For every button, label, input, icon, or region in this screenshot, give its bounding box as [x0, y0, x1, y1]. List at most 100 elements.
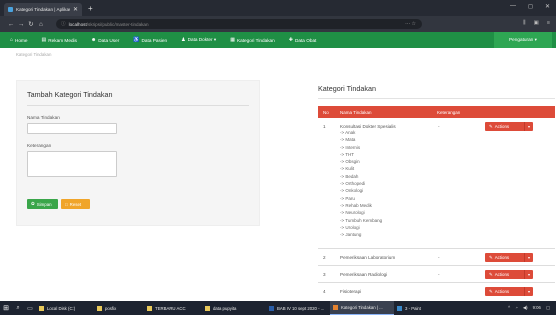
- taskbar-item[interactable]: TERBARU ACC: [144, 301, 202, 315]
- edit-icon: ✎: [489, 271, 493, 277]
- sidebar-icon[interactable]: ▣: [534, 20, 539, 27]
- sub-item: -> Bedah: [340, 173, 359, 179]
- taskbar-item[interactable]: posfix: [94, 301, 144, 315]
- taskbar-item[interactable]: data pupyita: [202, 301, 266, 315]
- nav-data-pasien[interactable]: ♿ Data Pasien: [133, 37, 167, 43]
- row-no: 1: [323, 124, 326, 129]
- home-browser-icon[interactable]: ⌂: [36, 21, 46, 28]
- settings-dropdown[interactable]: Pengaturan ▾: [494, 32, 552, 48]
- search-icon[interactable]: ⌕: [12, 305, 24, 312]
- folder-icon: [97, 305, 102, 311]
- actions-label: Actions: [494, 272, 510, 277]
- chevron-down-icon[interactable]: ▾: [524, 287, 533, 296]
- address-bar[interactable]: ⓘ localhost /skripsi/public/master-tinda…: [56, 19, 422, 29]
- browser-tab[interactable]: Kategori Tindakan | Aplikasi R... ✕: [4, 3, 82, 16]
- nav-kategori-tindakan[interactable]: ▦ Kategori Tindakan: [230, 37, 275, 43]
- notification-icon[interactable]: ▢: [546, 305, 550, 311]
- url-host: localhost: [68, 21, 87, 27]
- paint-icon: [397, 305, 402, 311]
- task-view-icon[interactable]: ▭: [24, 305, 36, 312]
- sub-item: -> Urologi: [340, 224, 360, 230]
- home-icon: ⌂: [10, 37, 14, 43]
- save-button[interactable]: ✿ Simpan: [27, 199, 58, 209]
- back-icon[interactable]: ←: [6, 21, 16, 28]
- actions-button[interactable]: ✎ Actions ▾: [485, 287, 533, 296]
- actions-label: Actions: [494, 289, 510, 294]
- nav-rekam-medis[interactable]: ▤ Rekam Medis: [42, 37, 77, 43]
- table-header: No Nama Tindakan Keterangan: [318, 106, 555, 118]
- breadcrumb: Kategori Tindakan: [16, 52, 52, 57]
- edit-icon: ✎: [489, 288, 493, 294]
- category-icon: ▦: [230, 37, 235, 43]
- browser-extensions: ⫼ ▣ ≡: [523, 20, 550, 27]
- chevron-down-icon[interactable]: ▾: [524, 122, 533, 131]
- nama-tindakan-input[interactable]: [27, 123, 117, 134]
- settings-label: Pengaturan ▾: [509, 37, 537, 42]
- edit-icon: ✎: [489, 123, 493, 129]
- reset-button[interactable]: □ Reset: [61, 199, 90, 209]
- reset-label: Reset: [69, 201, 82, 207]
- taskbar-label: Kategori Tindakan | ...: [341, 305, 383, 310]
- row-keterangan: -: [438, 255, 440, 260]
- taskbar-label: Local Disk (C:): [47, 305, 76, 311]
- close-window-icon[interactable]: ✕: [545, 3, 550, 10]
- url-path: /skripsi/public/master-tindakan: [86, 21, 149, 27]
- header-nama: Nama Tindakan: [340, 109, 372, 115]
- actions-button[interactable]: ✎ Actions ▾: [485, 122, 533, 131]
- nav-data-dokter[interactable]: ♟ Data Dokter ▾: [181, 37, 216, 43]
- divider: [27, 105, 249, 106]
- users-icon: ☻: [90, 37, 97, 43]
- nav-label: Data Obat: [294, 37, 317, 43]
- nav-data-obat[interactable]: ✚ Data Obat: [289, 37, 317, 43]
- row-nama: Pemeriksaan Radiologi: [340, 272, 388, 277]
- row-keterangan: -: [438, 272, 440, 277]
- menu-icon[interactable]: ≡: [547, 20, 550, 27]
- chevron-down-icon[interactable]: ▾: [524, 253, 533, 262]
- minimize-icon[interactable]: —: [510, 3, 516, 10]
- actions-button[interactable]: ✎ Actions ▾: [485, 270, 533, 279]
- nav-label: Data Dokter ▾: [187, 37, 217, 42]
- row-no: 2: [323, 255, 326, 260]
- system-tray: ^ ◔ ◀) 9:06 ▢: [508, 305, 550, 311]
- window-controls: — ◻ ✕: [510, 3, 550, 10]
- chevron-down-icon[interactable]: ▾: [524, 270, 533, 279]
- actions-label: Actions: [494, 255, 510, 260]
- actions-label: Actions: [494, 124, 510, 129]
- keterangan-textarea[interactable]: [27, 151, 117, 177]
- sub-item: -> Rehab Medik: [340, 202, 372, 208]
- reset-icon: □: [65, 201, 68, 207]
- sub-item: -> Mata: [340, 137, 356, 143]
- lock-icon: ⓘ: [61, 21, 66, 26]
- row-nama: Pemeriksaan Laboratorium: [340, 255, 396, 260]
- taskbar-item[interactable]: 3 - Paint: [394, 301, 434, 315]
- url-actions: ··· ☆: [405, 20, 416, 27]
- save-icon: ✿: [31, 201, 35, 206]
- firefox-icon: [333, 305, 338, 310]
- taskbar-item[interactable]: Kategori Tindakan | ...: [330, 301, 394, 315]
- taskbar-item[interactable]: Local Disk (C:): [36, 301, 94, 315]
- form-title: Tambah Kategori Tindakan: [27, 90, 113, 99]
- nav-data-user[interactable]: ☻ Data User: [91, 37, 119, 43]
- tray-chevron-icon[interactable]: ^: [508, 305, 510, 311]
- maximize-icon[interactable]: ◻: [528, 3, 533, 10]
- nav-home[interactable]: ⌂ Home: [10, 37, 28, 43]
- sub-item: -> Tumbuh Kembang: [340, 217, 383, 223]
- reload-icon[interactable]: ↻: [26, 20, 36, 28]
- patient-icon: ♿: [133, 37, 140, 43]
- windows-start-icon[interactable]: ⊞: [0, 304, 12, 312]
- header-no: No: [323, 109, 329, 115]
- new-tab-icon[interactable]: +: [88, 4, 93, 13]
- volume-icon[interactable]: ◀): [523, 305, 528, 311]
- clock[interactable]: 9:06: [533, 305, 541, 311]
- network-icon[interactable]: ◔: [515, 305, 518, 311]
- table-row: 4 Fisioterapi ✎ Actions ▾: [318, 283, 555, 300]
- medical-record-icon: ▤: [41, 37, 47, 43]
- close-tab-icon[interactable]: ✕: [73, 6, 78, 13]
- taskbar-label: TERBARU ACC: [155, 305, 186, 311]
- actions-button[interactable]: ✎ Actions ▾: [485, 253, 533, 262]
- sub-item: -> Anak: [340, 130, 356, 135]
- forward-icon[interactable]: →: [16, 21, 26, 28]
- library-icon[interactable]: ⫼: [523, 20, 526, 27]
- browser-tab-bar: Kategori Tindakan | Aplikasi R... ✕ + — …: [0, 0, 556, 16]
- taskbar-item[interactable]: BAB IV 10 sept 2020 - ...: [266, 301, 330, 315]
